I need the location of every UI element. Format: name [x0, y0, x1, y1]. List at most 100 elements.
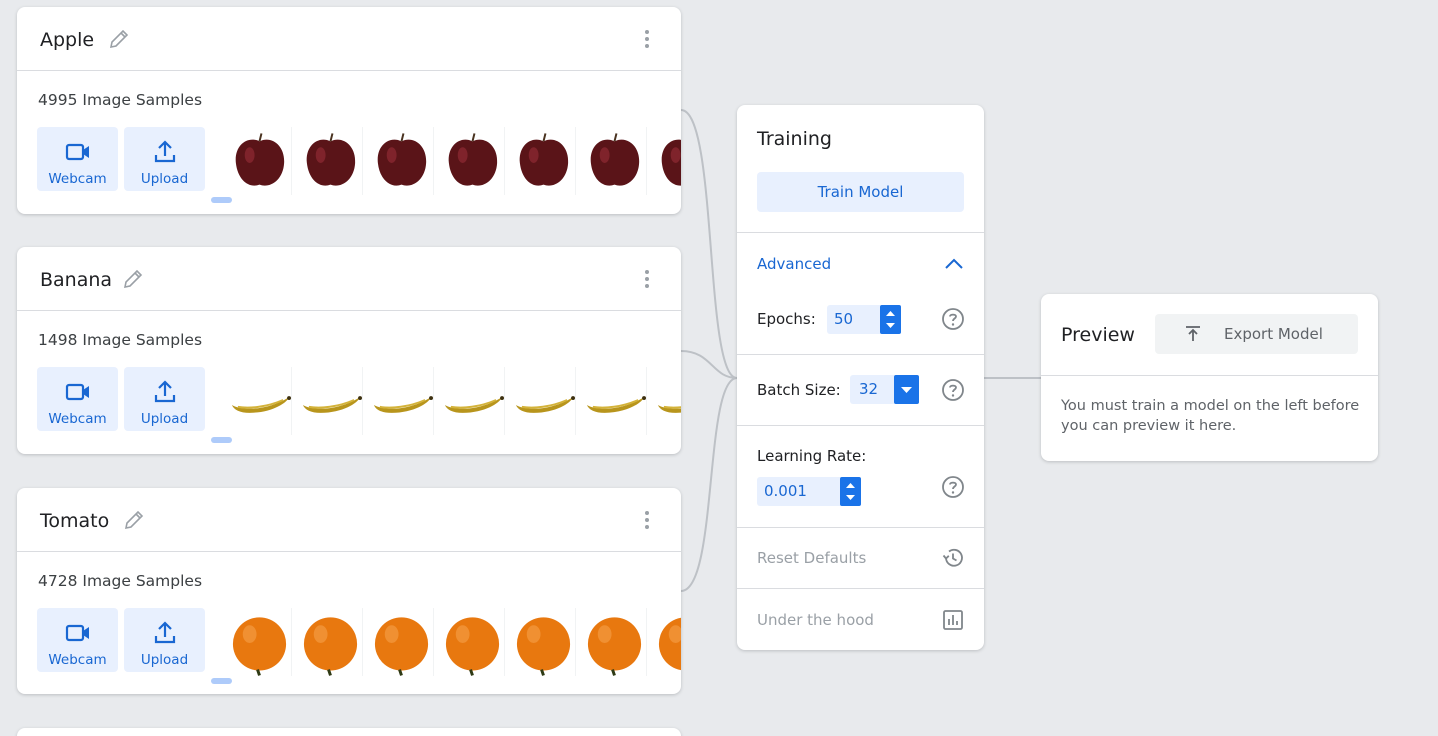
divider: [737, 588, 984, 589]
epochs-input[interactable]: 50: [827, 305, 901, 334]
thumbnail-scroll-indicator[interactable]: [211, 197, 232, 203]
more-vert-icon[interactable]: [637, 508, 657, 532]
card-header: Tomato: [17, 488, 681, 552]
class-name[interactable]: Apple: [40, 29, 94, 51]
sample-thumbnails[interactable]: [228, 608, 681, 676]
sample-thumbnail[interactable]: [512, 367, 576, 435]
upload-label: Upload: [140, 411, 189, 427]
sample-thumbnails[interactable]: [228, 127, 681, 195]
training-title: Training: [757, 128, 832, 150]
webcam-label: Webcam: [48, 171, 107, 187]
thumbnail-scroll-indicator[interactable]: [211, 437, 232, 443]
bar-chart-icon[interactable]: [941, 608, 965, 632]
sample-thumbnail[interactable]: [299, 608, 363, 676]
class-card-add[interactable]: [17, 728, 681, 736]
sample-thumbnail[interactable]: [583, 367, 647, 435]
class-card-apple: Apple 4995 Image Samples Webcam Upload: [17, 7, 681, 214]
sample-thumbnail[interactable]: [228, 367, 292, 435]
sample-thumbnail[interactable]: [228, 608, 292, 676]
thumbnail-scroll-indicator[interactable]: [211, 678, 232, 684]
export-model-button[interactable]: Export Model: [1155, 314, 1358, 354]
help-circle-icon[interactable]: [941, 307, 965, 331]
sample-count: 4728 Image Samples: [38, 572, 203, 590]
sample-count: 4995 Image Samples: [38, 91, 203, 109]
preview-title: Preview: [1061, 324, 1135, 346]
batch-size-value: 32: [859, 380, 879, 398]
class-name[interactable]: Banana: [40, 269, 112, 291]
sample-thumbnail[interactable]: [583, 127, 647, 195]
more-vert-icon[interactable]: [637, 27, 657, 51]
epochs-value: 50: [834, 310, 854, 328]
connector-apple: [680, 109, 738, 379]
sample-thumbnail[interactable]: [512, 127, 576, 195]
preview-message: You must train a model on the left befor…: [1061, 398, 1360, 434]
reset-defaults-button[interactable]: Reset Defaults: [757, 549, 866, 567]
sample-thumbnail[interactable]: [299, 127, 363, 195]
divider: [737, 232, 984, 233]
divider: [1041, 375, 1378, 376]
train-model-button[interactable]: Train Model: [757, 172, 964, 212]
sample-thumbnail[interactable]: [441, 608, 505, 676]
training-panel: Training Train Model Advanced Epochs: 50…: [737, 105, 984, 650]
history-icon[interactable]: [941, 546, 965, 570]
upload-button[interactable]: Upload: [124, 127, 205, 191]
webcam-button[interactable]: Webcam: [37, 367, 118, 431]
dropdown-arrow-icon: [901, 387, 912, 393]
epochs-stepper[interactable]: [880, 305, 901, 334]
sample-thumbnail[interactable]: [228, 127, 292, 195]
batch-size-label: Batch Size:: [757, 381, 841, 399]
webcam-button[interactable]: Webcam: [37, 127, 118, 191]
advanced-toggle[interactable]: Advanced: [757, 255, 831, 273]
preview-panel: Preview Export Model You must train a mo…: [1041, 294, 1378, 461]
stepper-arrows-icon: [886, 311, 895, 328]
under-the-hood-button[interactable]: Under the hood: [757, 611, 874, 629]
sample-thumbnail[interactable]: [441, 367, 505, 435]
export-icon: [1186, 326, 1200, 341]
pencil-icon[interactable]: [107, 27, 131, 51]
stepper-arrows-icon: [846, 483, 855, 500]
learning-rate-value: 0.001: [764, 482, 807, 500]
class-card-banana: Banana 1498 Image Samples Webcam Upload: [17, 247, 681, 454]
more-vert-icon[interactable]: [637, 267, 657, 291]
sample-thumbnail[interactable]: [299, 367, 363, 435]
pencil-icon[interactable]: [122, 508, 146, 532]
upload-button[interactable]: Upload: [124, 367, 205, 431]
chevron-up-icon[interactable]: [943, 255, 965, 273]
export-model-label: Export Model: [1224, 325, 1323, 343]
help-circle-icon[interactable]: [941, 475, 965, 499]
epochs-label: Epochs:: [757, 310, 816, 328]
videocam-icon: [65, 383, 89, 401]
videocam-icon: [65, 143, 89, 161]
help-circle-icon[interactable]: [941, 378, 965, 402]
webcam-label: Webcam: [48, 411, 107, 427]
sample-thumbnail[interactable]: [654, 127, 681, 195]
sample-thumbnail[interactable]: [654, 367, 681, 435]
webcam-button[interactable]: Webcam: [37, 608, 118, 672]
learning-rate-input[interactable]: 0.001: [757, 477, 861, 506]
divider: [737, 527, 984, 528]
divider: [737, 425, 984, 426]
sample-thumbnail[interactable]: [370, 367, 434, 435]
sample-thumbnail[interactable]: [370, 608, 434, 676]
pencil-icon[interactable]: [121, 267, 145, 291]
card-header: Banana: [17, 247, 681, 311]
sample-thumbnail[interactable]: [370, 127, 434, 195]
sample-thumbnail[interactable]: [441, 127, 505, 195]
sample-thumbnails[interactable]: [228, 367, 681, 435]
batch-size-dropdown[interactable]: [894, 375, 919, 404]
batch-size-select[interactable]: 32: [850, 375, 919, 404]
upload-icon: [154, 140, 175, 163]
class-name[interactable]: Tomato: [40, 510, 109, 532]
upload-label: Upload: [140, 171, 189, 187]
sample-thumbnail[interactable]: [583, 608, 647, 676]
upload-icon: [154, 380, 175, 403]
sample-thumbnail[interactable]: [654, 608, 681, 676]
upload-icon: [154, 621, 175, 644]
connector-tomato: [680, 377, 738, 592]
class-card-tomato: Tomato 4728 Image Samples Webcam Upload: [17, 488, 681, 694]
upload-button[interactable]: Upload: [124, 608, 205, 672]
learning-rate-stepper[interactable]: [840, 477, 861, 506]
sample-thumbnail[interactable]: [512, 608, 576, 676]
learning-rate-label: Learning Rate:: [757, 447, 867, 465]
canvas: Apple 4995 Image Samples Webcam Upload B…: [0, 0, 1438, 736]
